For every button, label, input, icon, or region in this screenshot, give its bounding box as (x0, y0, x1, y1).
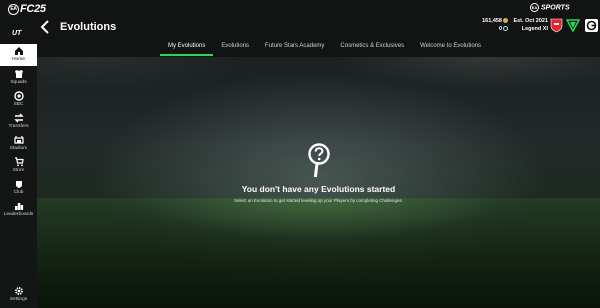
transfers-icon (13, 113, 24, 123)
tab-evolutions[interactable]: Evolutions (213, 40, 257, 57)
sidebar-label: Home (12, 57, 25, 62)
empty-state-title: You don't have any Evolutions started (241, 184, 396, 194)
top-bar: EA FC25 UT Evolutions My Evolutions Evolu… (0, 0, 600, 57)
magnifier-question-icon (307, 143, 330, 177)
sidebar-label: Transfers (8, 124, 29, 129)
empty-state-subtitle: Select an Evolution to get started level… (233, 198, 404, 203)
tab-my-evolutions[interactable]: My Evolutions (160, 40, 214, 57)
brand-logo: EA FC25 UT (0, 0, 46, 44)
sidebar: Home Squads SBC Transfers Stadium Store … (0, 44, 37, 308)
sidebar-item-home[interactable]: Home (0, 44, 37, 66)
profile-icon[interactable] (585, 19, 598, 32)
club-info: Est. Oct 2021 Legend XI (510, 18, 548, 32)
sidebar-item-stadium[interactable]: Stadium (0, 133, 37, 155)
home-icon (14, 47, 23, 55)
club-icon (15, 181, 22, 188)
coins-balance: 161,458 (470, 18, 508, 24)
stadium-icon (13, 136, 24, 144)
club-established: Est. Oct 2021 (513, 18, 548, 24)
sidebar-item-store[interactable]: Store (0, 155, 37, 177)
tab-future-stars-academy[interactable]: Future Stars Academy (257, 40, 332, 57)
fc25-logo: EA FC25 (8, 3, 46, 15)
wallet: 161,458 0 (470, 18, 508, 32)
sidebar-item-settings[interactable]: Settings (0, 284, 37, 306)
sidebar-item-leaderboards[interactable]: Leaderboards (0, 199, 37, 221)
coin-icon (503, 18, 508, 24)
chevron-left-icon[interactable] (39, 20, 51, 34)
points-icon (503, 26, 508, 32)
ea-sports-logo: EA SPORTS (530, 3, 570, 12)
sidebar-label: SBC (13, 102, 24, 107)
sidebar-item-squads[interactable]: Squads (0, 67, 37, 89)
kit-icon[interactable] (566, 19, 580, 33)
gear-icon (14, 287, 23, 295)
tab-welcome-to-evolutions[interactable]: Welcome to Evolutions (412, 40, 489, 57)
points-balance: 0 (470, 26, 508, 32)
sbc-icon (13, 91, 24, 101)
sidebar-label: Stadium (9, 146, 28, 151)
sidebar-label: Leaderboards (3, 212, 34, 217)
club-crest-icon[interactable] (550, 18, 563, 33)
club-name: Legend XI (521, 26, 548, 32)
sidebar-item-sbc[interactable]: SBC (0, 89, 37, 111)
tab-bar: My Evolutions Evolutions Future Stars Ac… (160, 40, 489, 57)
sidebar-label: Club (13, 190, 24, 195)
ut-logo: UT (12, 30, 22, 37)
page-title: Evolutions (60, 21, 117, 33)
sidebar-item-transfers[interactable]: Transfers (0, 111, 37, 133)
sidebar-label: Settings (9, 297, 28, 302)
sidebar-label: Squads (10, 80, 27, 85)
tab-cosmetics-exclusives[interactable]: Cosmetics & Exclusives (332, 40, 412, 57)
leaderboards-icon (14, 203, 23, 210)
pitch-background (37, 198, 600, 308)
evolutions-stage: You don't have any Evolutions started Se… (37, 57, 600, 308)
squads-icon (14, 70, 23, 78)
sidebar-item-club[interactable]: Club (0, 177, 37, 199)
empty-state: You don't have any Evolutions started Se… (37, 143, 600, 203)
sidebar-label: Store (12, 168, 25, 173)
store-icon (14, 157, 24, 167)
